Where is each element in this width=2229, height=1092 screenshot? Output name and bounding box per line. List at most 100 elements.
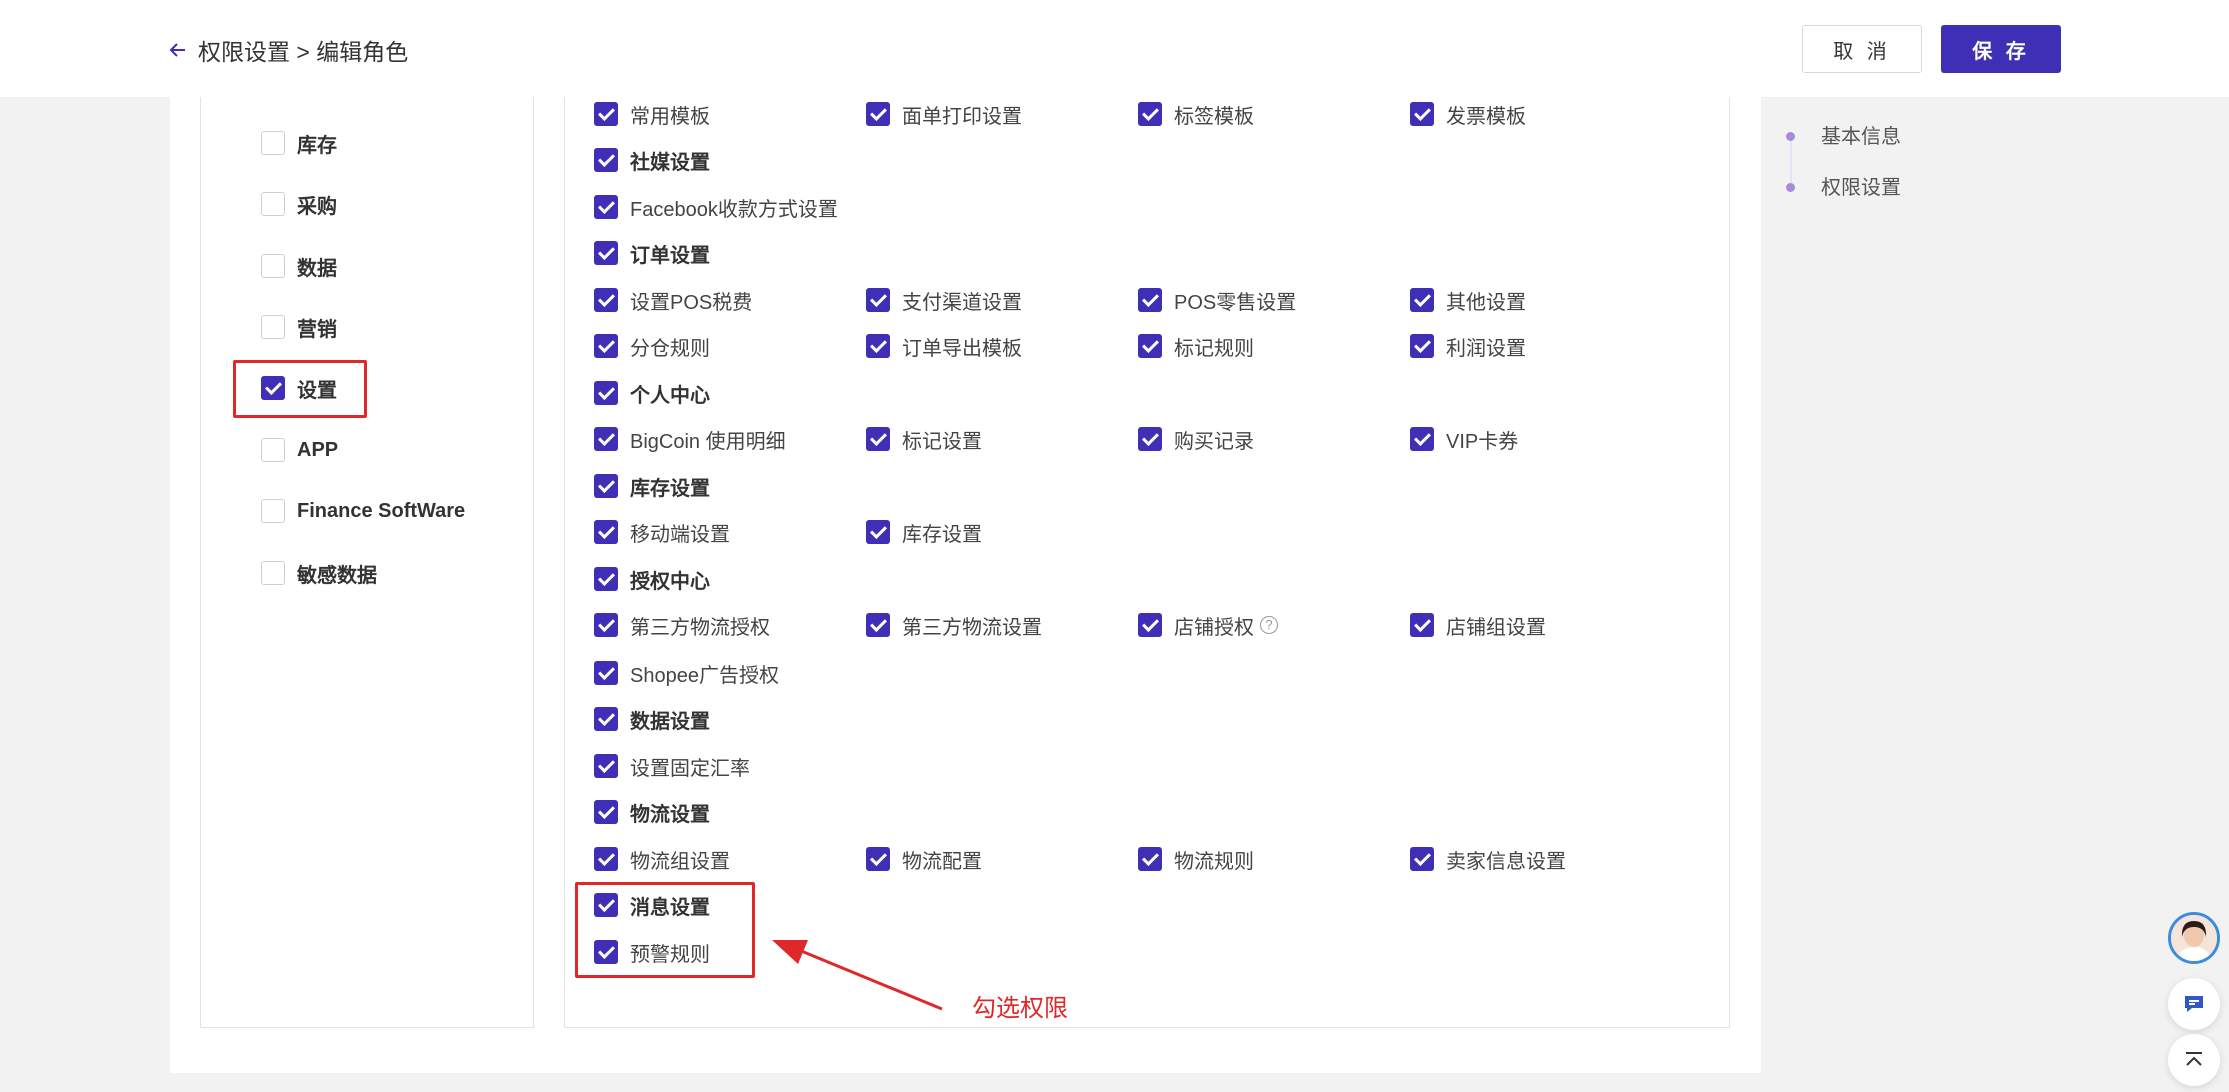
checkbox-checked[interactable]	[1410, 288, 1434, 312]
perm-item[interactable]: 设置固定汇率	[594, 751, 750, 781]
checkbox-checked[interactable]	[594, 661, 618, 685]
category-inventory[interactable]: 库存	[261, 128, 337, 158]
checkbox-checked[interactable]	[594, 241, 618, 265]
anchor-permission-settings[interactable]: 权限设置	[1821, 174, 1901, 202]
checkbox-checked[interactable]	[1138, 334, 1162, 358]
checkbox-checked[interactable]	[866, 613, 890, 637]
perm-item[interactable]: 第三方物流设置	[866, 610, 1042, 640]
perm-label: 物流规则	[1174, 850, 1254, 873]
question-circle-icon[interactable]: ?	[1260, 616, 1278, 634]
perm-item[interactable]: 标记设置	[866, 424, 982, 454]
checkbox-checked[interactable]	[1410, 334, 1434, 358]
perm-group-social[interactable]: 社媒设置	[594, 145, 710, 175]
checkbox[interactable]	[261, 254, 285, 278]
checkbox-checked[interactable]	[866, 288, 890, 312]
perm-item[interactable]: 库存设置	[866, 517, 982, 547]
perm-item[interactable]: 设置POS税费	[594, 285, 752, 315]
checkbox-checked[interactable]	[594, 800, 618, 824]
perm-item[interactable]: 标记规则	[1138, 331, 1254, 361]
perm-group-logistics[interactable]: 物流设置	[594, 797, 710, 827]
checkbox-checked[interactable]	[866, 847, 890, 871]
checkbox-checked[interactable]	[1138, 288, 1162, 312]
checkbox-checked[interactable]	[1410, 427, 1434, 451]
perm-item[interactable]: 移动端设置	[594, 517, 730, 547]
perm-item[interactable]: 常用模板	[594, 99, 710, 129]
checkbox-checked[interactable]	[1410, 102, 1434, 126]
checkbox[interactable]	[261, 131, 285, 155]
checkbox-checked[interactable]	[594, 195, 618, 219]
save-button[interactable]: 保 存	[1941, 25, 2061, 73]
checkbox-checked[interactable]	[594, 474, 618, 498]
checkbox[interactable]	[261, 192, 285, 216]
perm-item[interactable]: 面单打印设置	[866, 99, 1022, 129]
anchor-basic-info[interactable]: 基本信息	[1821, 123, 1901, 151]
perm-item[interactable]: Facebook收款方式设置	[594, 192, 838, 222]
support-avatar[interactable]	[2168, 912, 2220, 964]
category-finance-software[interactable]: Finance SoftWare	[261, 496, 465, 526]
category-label: 数据	[297, 257, 337, 280]
perm-item[interactable]: 卖家信息设置	[1410, 844, 1566, 874]
checkbox-checked[interactable]	[1410, 613, 1434, 637]
checkbox-checked[interactable]	[1410, 847, 1434, 871]
perm-item[interactable]: 发票模板	[1410, 99, 1526, 129]
back-to-top-button[interactable]	[2168, 1034, 2220, 1086]
checkbox[interactable]	[261, 438, 285, 462]
perm-item[interactable]: 第三方物流授权	[594, 610, 770, 640]
perm-label: 分仓规则	[630, 337, 710, 360]
perm-item[interactable]: 店铺组设置	[1410, 610, 1546, 640]
checkbox-checked[interactable]	[594, 288, 618, 312]
checkbox-checked[interactable]	[594, 754, 618, 778]
perm-item[interactable]: 物流配置	[866, 844, 982, 874]
checkbox-checked[interactable]	[594, 613, 618, 637]
category-marketing[interactable]: 营销	[261, 312, 337, 342]
checkbox-checked[interactable]	[594, 148, 618, 172]
perm-item[interactable]: 店铺授权?	[1138, 610, 1278, 640]
chat-button[interactable]	[2168, 978, 2220, 1030]
perm-group-personal[interactable]: 个人中心	[594, 378, 710, 408]
perm-item[interactable]: 标签模板	[1138, 99, 1254, 129]
perm-item[interactable]: 支付渠道设置	[866, 285, 1022, 315]
checkbox-checked[interactable]	[594, 334, 618, 358]
perm-item[interactable]: 订单导出模板	[866, 331, 1022, 361]
checkbox[interactable]	[261, 561, 285, 585]
category-sensitive-data[interactable]: 敏感数据	[261, 558, 377, 588]
checkbox-checked[interactable]	[866, 427, 890, 451]
checkbox-checked[interactable]	[594, 102, 618, 126]
checkbox-checked[interactable]	[594, 847, 618, 871]
perm-item[interactable]: VIP卡券	[1410, 424, 1518, 454]
perm-item[interactable]: 物流规则	[1138, 844, 1254, 874]
perm-group-order[interactable]: 订单设置	[594, 238, 710, 268]
perm-item[interactable]: POS零售设置	[1138, 285, 1296, 315]
perm-group-inventory[interactable]: 库存设置	[594, 471, 710, 501]
checkbox-checked[interactable]	[594, 520, 618, 544]
checkbox-checked[interactable]	[866, 102, 890, 126]
perm-item[interactable]: 购买记录	[1138, 424, 1254, 454]
checkbox-checked[interactable]	[594, 427, 618, 451]
perm-group-auth[interactable]: 授权中心	[594, 564, 710, 594]
perm-label: 面单打印设置	[902, 105, 1022, 128]
checkbox-checked[interactable]	[1138, 102, 1162, 126]
perm-item[interactable]: 利润设置	[1410, 331, 1526, 361]
category-purchase[interactable]: 采购	[261, 189, 337, 219]
checkbox-checked[interactable]	[1138, 427, 1162, 451]
category-app[interactable]: APP	[261, 435, 338, 465]
perm-item[interactable]: 物流组设置	[594, 844, 730, 874]
back-link[interactable]: 权限设置 > 编辑角色	[168, 36, 408, 65]
checkbox-checked[interactable]	[866, 520, 890, 544]
category-data[interactable]: 数据	[261, 251, 337, 281]
checkbox[interactable]	[261, 499, 285, 523]
perm-group-data[interactable]: 数据设置	[594, 704, 710, 734]
perm-item[interactable]: 其他设置	[1410, 285, 1526, 315]
perm-item[interactable]: Shopee广告授权	[594, 658, 779, 688]
checkbox-checked[interactable]	[1138, 847, 1162, 871]
checkbox-checked[interactable]	[866, 334, 890, 358]
checkbox-checked[interactable]	[594, 707, 618, 731]
perm-item[interactable]: 分仓规则	[594, 331, 710, 361]
checkbox-checked[interactable]	[594, 567, 618, 591]
cancel-button[interactable]: 取 消	[1802, 25, 1922, 73]
checkbox-checked[interactable]	[1138, 613, 1162, 637]
perm-label: 标签模板	[1174, 105, 1254, 128]
perm-item[interactable]: BigCoin 使用明细	[594, 424, 786, 454]
checkbox[interactable]	[261, 315, 285, 339]
checkbox-checked[interactable]	[594, 381, 618, 405]
